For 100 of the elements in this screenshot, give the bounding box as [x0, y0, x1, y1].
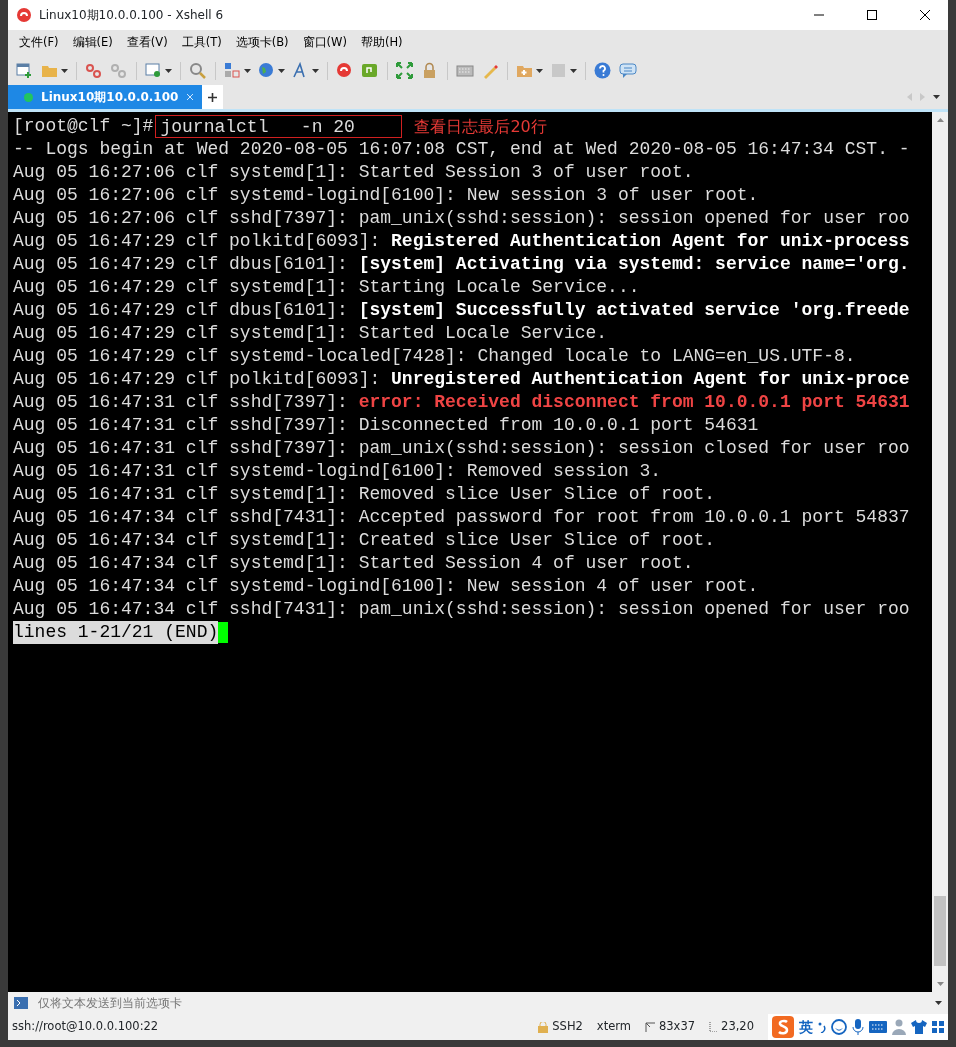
log-text: Started Session 3 of user root.: [358, 161, 694, 184]
menu-item[interactable]: 选项卡(B): [228, 32, 296, 54]
menu-item[interactable]: 文件(F): [12, 32, 66, 54]
annotation-text: 查看日志最后20行: [414, 116, 547, 138]
caret-icon: [570, 69, 577, 73]
caret-icon: [165, 69, 172, 73]
smiley-icon[interactable]: [831, 1019, 847, 1035]
ime-logo-icon[interactable]: [772, 1016, 794, 1038]
shirt-icon[interactable]: [911, 1020, 927, 1034]
person-icon[interactable]: [892, 1019, 906, 1035]
log-text: Aug 05 16:27:06 clf sshd[7397]:: [13, 207, 349, 230]
text-cursor: [218, 622, 229, 643]
globe-icon: [258, 62, 276, 80]
menu-item[interactable]: 窗口(W): [295, 32, 354, 54]
menu-item[interactable]: 查看(V): [119, 32, 175, 54]
panel-icon: [550, 62, 568, 80]
search-icon: [189, 62, 207, 80]
menu-item[interactable]: 编辑(E): [65, 32, 120, 54]
caret-icon: [244, 69, 251, 73]
caret-icon: [61, 69, 68, 73]
caret-icon: [536, 69, 543, 73]
log-text: Created slice User Slice of root.: [358, 529, 716, 552]
plus-icon: [208, 92, 218, 102]
log-text: Registered Authentication Agent for unix-process: [391, 230, 910, 253]
grid-icon[interactable]: [932, 1021, 944, 1033]
input-mode-label[interactable]: 英: [799, 1016, 813, 1038]
log-text: Disconnected from 10.0.0.1 port 54631: [358, 414, 759, 437]
window-gear-icon: [145, 62, 163, 80]
log-text: Aug 05 16:47:34 clf systemd-logind[6100]:: [13, 575, 457, 598]
menu-item[interactable]: 工具(T): [174, 32, 229, 54]
log-text: pam_unix(sshd:session): session opened for user roo: [358, 598, 910, 621]
cursor-position-icon: [709, 1022, 718, 1032]
log-text: Aug 05 16:47:34 clf systemd[1]:: [13, 552, 349, 575]
log-text: pam_unix(sshd:session): session opened for user roo: [358, 207, 910, 230]
caret-icon: [312, 69, 319, 73]
log-text: Aug 05 16:47:29 clf dbus[6101]:: [13, 299, 349, 322]
scrollbar[interactable]: [932, 112, 948, 992]
log-text: Accepted password for root from 10.0.0.1 port 54837: [358, 506, 910, 529]
scroll-up-icon[interactable]: [936, 118, 944, 122]
log-text: Aug 05 16:27:06 clf systemd-logind[6100]:: [13, 184, 457, 207]
menu-item[interactable]: 帮助(H): [353, 32, 410, 54]
microphone-icon[interactable]: [852, 1019, 864, 1035]
shell-prompt: [root@clf ~]#: [13, 115, 154, 138]
dropdown-icon[interactable]: [935, 1001, 942, 1005]
log-text: New session 3 of user root.: [466, 184, 759, 207]
file-transfer-icon: [361, 62, 379, 80]
log-text: Aug 05 16:47:31 clf systemd-logind[6100]:: [13, 460, 457, 483]
pager-status: lines 1-21/21 (END): [13, 621, 219, 644]
speech-bubble-icon: [619, 62, 637, 80]
lock-icon: [538, 1021, 549, 1033]
window-title: Linux10期10.0.0.100 - Xshell 6: [39, 7, 225, 24]
fullscreen-icon: [396, 62, 414, 80]
log-text: Aug 05 16:47:31 clf sshd[7397]:: [13, 437, 349, 460]
terminal-type: xterm: [596, 1018, 631, 1036]
fullscreen-button[interactable]: [394, 61, 416, 81]
log-text: Removed slice User Slice of root.: [358, 483, 716, 506]
layout-button[interactable]: [222, 61, 253, 81]
protocol-label: SSH2: [552, 1018, 583, 1036]
app-logo-icon: [16, 7, 32, 23]
punctuation-icon[interactable]: [818, 1021, 826, 1033]
new-tab-button[interactable]: [202, 85, 224, 109]
new-session-icon: [16, 62, 34, 80]
log-text: Aug 05 16:47:34 clf sshd[7431]:: [13, 506, 349, 529]
log-text: [system] Successfully activated service 'org.freede: [358, 299, 910, 322]
log-text: Removed session 3.: [466, 460, 662, 483]
log-text: Aug 05 16:47:29 clf systemd[1]:: [13, 276, 349, 299]
terminal-icon: [14, 997, 28, 1009]
log-text: Aug 05 16:47:31 clf systemd[1]:: [13, 483, 349, 506]
close-icon: [919, 9, 931, 21]
terminal-size: 83x37: [659, 1018, 696, 1036]
log-text: Unregistered Authentication Agent for unix-proce: [391, 368, 910, 391]
scroll-thumb[interactable]: [934, 896, 946, 966]
scroll-down-icon[interactable]: [936, 982, 944, 986]
log-text: Aug 05 16:47:31 clf sshd[7397]:: [13, 414, 349, 437]
layout-icon: [224, 62, 242, 80]
log-text: Aug 05 16:47:31 clf sshd[7397]:: [13, 391, 349, 414]
keyboard-icon[interactable]: [869, 1021, 887, 1033]
log-text: pam_unix(sshd:session): session closed for user roo: [358, 437, 910, 460]
cursor-position: 23,20: [721, 1018, 754, 1036]
log-text: Aug 05 16:27:06 clf systemd[1]:: [13, 161, 349, 184]
chain-icon: [110, 62, 128, 80]
caret-icon: [278, 69, 285, 73]
spiral-logo-icon: [336, 62, 354, 80]
speech-bubble-button[interactable]: [617, 61, 639, 81]
log-text: Changed locale to LANG=en_US.UTF-8.: [477, 345, 856, 368]
log-text: Aug 05 16:47:29 clf systemd-localed[7428]:: [13, 345, 468, 368]
log-text: Aug 05 16:47:34 clf sshd[7431]:: [13, 598, 349, 621]
keyboard-icon: [456, 62, 474, 80]
log-text: Started Session 4 of user root.: [358, 552, 694, 575]
log-text: Starting Locale Service...: [358, 276, 640, 299]
resize-icon: [645, 1022, 655, 1032]
close-icon: [186, 93, 195, 101]
log-text: -- Logs begin at Wed 2020-08-05 16:07:08 CST, end at Wed 2020-08-05 16:47:34 CST. -: [13, 138, 910, 161]
log-text: Aug 05 16:47:29 clf dbus[6101]:: [13, 253, 349, 276]
log-text: New session 4 of user root.: [466, 575, 759, 598]
error-text: error: Received disconnect from 10.0.0.1 port 54631: [358, 391, 910, 414]
log-text: Aug 05 16:47:29 clf polkitd[6093]:: [13, 230, 382, 253]
tab-list-icon[interactable]: [933, 95, 940, 99]
log-text: [system] Activating via systemd: service name='org.: [358, 253, 910, 276]
session-tab[interactable]: Linux10期10.0.0.100: [8, 85, 203, 109]
